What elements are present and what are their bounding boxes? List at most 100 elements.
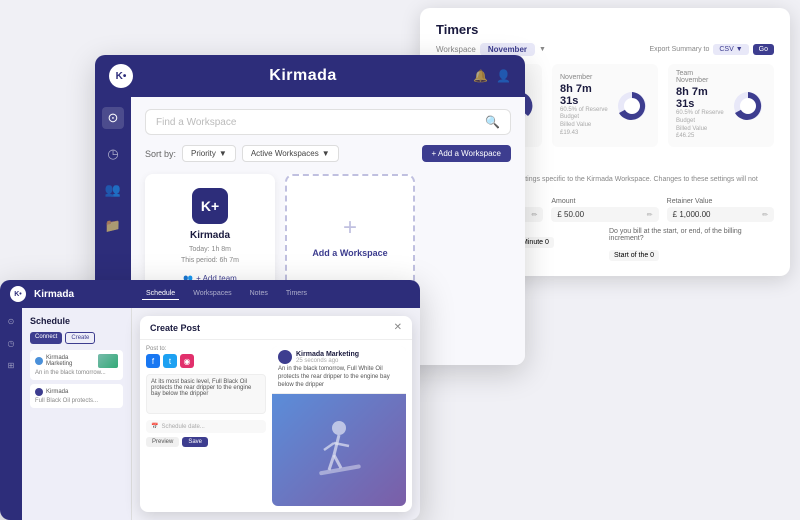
kirmada-card-logo: K+	[192, 188, 228, 224]
platform-dot-purple	[35, 388, 43, 396]
stat-team-november-sub: 60.5% of Reserve Budget Billed Value £46…	[676, 110, 724, 141]
billing-at-value[interactable]: Start of the 0	[609, 250, 659, 261]
workspace-label: Workspace	[436, 45, 476, 54]
bell-icon[interactable]: 🔔	[473, 69, 488, 83]
facebook-icon[interactable]: f	[146, 354, 160, 368]
platform-icons: f t ◉	[146, 354, 266, 368]
front-logo: K•	[10, 286, 26, 302]
billing-at-col: Do you bill at the start, or end, of the…	[609, 228, 774, 262]
main-header-title: Kirmada	[143, 67, 463, 85]
add-workspace-button[interactable]: + Add a Workspace	[422, 145, 511, 162]
calendar-icon: 📅	[151, 423, 158, 430]
front-header-title: Kirmada	[34, 289, 74, 300]
front-sidebar-home[interactable]: ⊙	[4, 314, 18, 328]
tab-timers[interactable]: Timers	[282, 288, 311, 300]
post-preview: Kirmada Marketing 25 seconds ago An in t…	[272, 346, 406, 506]
create-button[interactable]: Create	[65, 332, 95, 344]
front-body: ⊙ ◷ ⊞ Schedule Connect Create Kirmada Ma…	[0, 308, 420, 520]
connect-button[interactable]: Connect	[30, 332, 62, 344]
front-tabs: Schedule Workspaces Notes Timers	[82, 288, 371, 300]
stat-team-november-value: 8h 7m 31s	[676, 86, 724, 110]
filters-row: Sort by: Priority ▼ Active Workspaces ▼ …	[145, 145, 511, 162]
export-label: Export Summary to	[649, 46, 709, 53]
chevron-down-icon: ▼	[539, 46, 546, 53]
front-sidebar-clock[interactable]: ◷	[4, 336, 18, 350]
front-panel: K• Kirmada Schedule Workspaces Notes Tim…	[0, 280, 420, 520]
modal-close-button[interactable]: ✕	[394, 322, 402, 333]
kirmada-card-name: Kirmada	[159, 230, 261, 241]
kirmada-workspace-card[interactable]: K+ Kirmada Today: 1h 8m This period: 6h …	[145, 174, 275, 297]
preview-button[interactable]: Preview	[146, 437, 179, 447]
preview-top: Kirmada Marketing 25 seconds ago An in t…	[272, 346, 406, 394]
save-button[interactable]: Save	[182, 437, 208, 447]
tab-schedule[interactable]: Schedule	[142, 288, 179, 300]
retainer-label: Retainer Value	[667, 198, 774, 205]
date-field[interactable]: 📅 Schedule date...	[146, 420, 266, 433]
platform-row: Kirmada Marketing	[35, 354, 118, 368]
front-sidebar: ⊙ ◷ ⊞	[0, 308, 22, 520]
instagram-icon[interactable]: ◉	[180, 354, 194, 368]
stat-november-value: 8h 7m 31s	[560, 83, 608, 107]
schedule-item-text-2: Full Black Oil protects...	[35, 398, 118, 404]
stat-november-label: November	[560, 74, 608, 81]
modal-header: Create Post ✕	[140, 316, 412, 340]
user-icon[interactable]: 👤	[496, 69, 511, 83]
main-header: K• Kirmada 🔔 👤	[95, 55, 525, 97]
modal-title: Create Post	[150, 323, 200, 333]
search-bar[interactable]: Find a Workspace 🔍	[145, 109, 511, 135]
retainer-input[interactable]: £ 1,000.00 ✏	[667, 207, 774, 222]
billing-at-label: Do you bill at the start, or end, of the…	[609, 228, 774, 242]
chevron-icon: ▼	[219, 149, 227, 158]
export-select[interactable]: CSV ▼	[713, 44, 748, 55]
preview-account: Kirmada Marketing 25 seconds ago	[278, 350, 400, 364]
kirmada-logo: K•	[109, 64, 133, 88]
schedule-buttons: Connect Create	[30, 332, 123, 344]
front-main: Schedule Connect Create Kirmada Marketin…	[22, 308, 420, 520]
export-go-button[interactable]: Go	[753, 44, 774, 55]
modal-body: Post to: f t ◉ At its most basic level, …	[140, 340, 412, 512]
stat-team-november: Team November 8h 7m 31s 60.5% of Reserve…	[668, 64, 774, 147]
post-to-label: Post to:	[146, 346, 266, 352]
header-icons: 🔔 👤	[473, 69, 511, 83]
sidebar-item-team[interactable]: 👥	[102, 179, 124, 201]
priority-filter[interactable]: Priority ▼	[182, 145, 236, 162]
schedule-panel-title: Schedule	[30, 316, 123, 326]
front-header: K• Kirmada Schedule Workspaces Notes Tim…	[0, 280, 420, 308]
preview-avatar	[278, 350, 292, 364]
schedule-avatar	[98, 354, 118, 368]
platform-dot-blue	[35, 357, 43, 365]
active-workspaces-filter[interactable]: Active Workspaces ▼	[242, 145, 339, 162]
platform-row-2: Kirmada	[35, 388, 118, 396]
tab-notes[interactable]: Notes	[246, 288, 272, 300]
chevron-icon-2: ▼	[322, 149, 330, 158]
plus-icon: +	[343, 214, 357, 242]
preview-name: Kirmada Marketing	[296, 351, 359, 358]
front-sidebar-team[interactable]: ⊞	[4, 358, 18, 372]
workspace-cards: K+ Kirmada Today: 1h 8m This period: 6h …	[145, 174, 511, 297]
add-workspace-card[interactable]: + Add a Workspace	[285, 174, 415, 297]
sort-label: Sort by:	[145, 149, 176, 159]
export-controls[interactable]: Export Summary to CSV ▼ Go	[649, 44, 774, 55]
search-placeholder-text: Find a Workspace	[156, 117, 479, 128]
stat-team-november-info: Team November 8h 7m 31s 60.5% of Reserve…	[676, 70, 724, 141]
twitter-icon[interactable]: t	[163, 354, 177, 368]
tab-workspaces[interactable]: Workspaces	[189, 288, 235, 300]
sidebar-item-folder[interactable]: 📁	[102, 215, 124, 237]
create-post-modal: Create Post ✕ Post to: f t ◉ At its most…	[140, 316, 412, 512]
stat-november-info: November 8h 7m 31s 60.5% of Reserve Budg…	[560, 74, 608, 138]
sidebar-item-home[interactable]: ⊙	[102, 107, 124, 129]
post-actions: Preview Save	[146, 437, 266, 447]
team-november-pie-chart	[730, 88, 766, 124]
schedule-item-text: An in the black tomorrow...	[35, 370, 118, 376]
sidebar-item-clock[interactable]: ◷	[102, 143, 124, 165]
preview-time: 25 seconds ago	[296, 358, 359, 364]
search-icon[interactable]: 🔍	[485, 115, 500, 129]
post-content-textarea[interactable]: At its most basic level, Full Black Oil …	[146, 374, 266, 414]
preview-text: An in the black tomorrow, Full White Oil…	[278, 366, 400, 389]
schedule-item-2: Kirmada Full Black Oil protects...	[30, 384, 123, 408]
timers-title: Timers	[436, 22, 774, 37]
hourly-amount-input[interactable]: £ 50.00 ✏	[551, 207, 658, 222]
stat-team-november-label: Team November	[676, 70, 724, 84]
post-form: Post to: f t ◉ At its most basic level, …	[146, 346, 266, 506]
hourly-amount-field: Amount £ 50.00 ✏	[551, 198, 658, 222]
